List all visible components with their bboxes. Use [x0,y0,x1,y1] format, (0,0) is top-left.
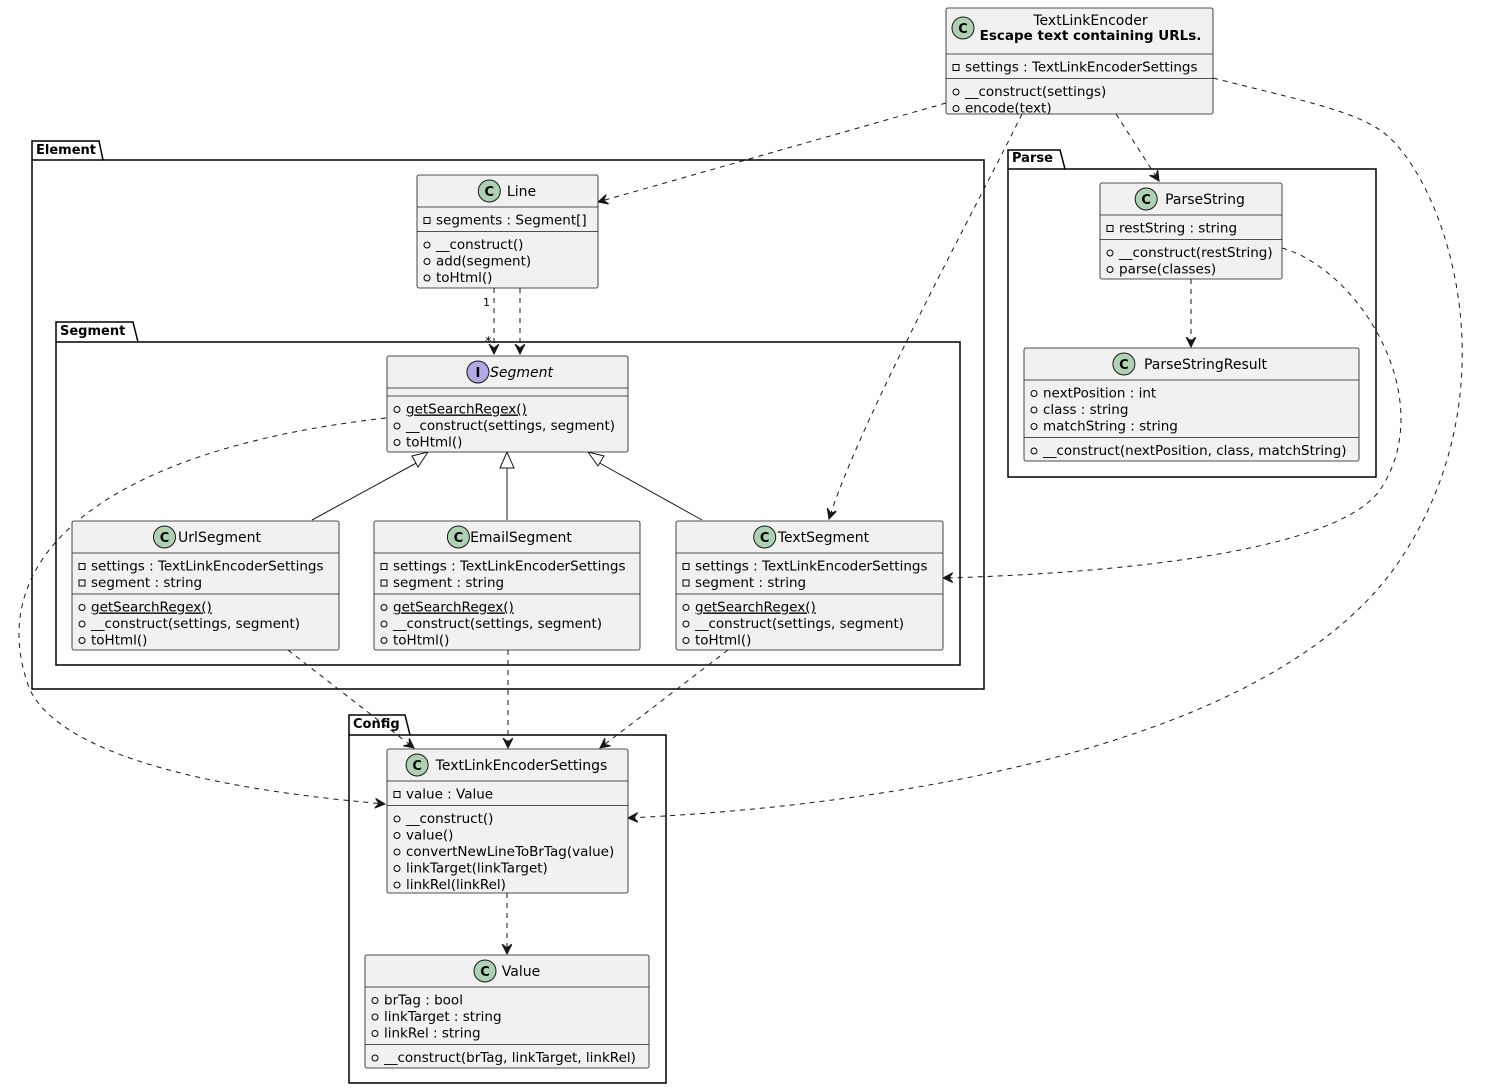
stereotype-letter: C [485,185,495,200]
package-label: Element [36,143,96,158]
class-name: ParseString [1165,192,1245,208]
stereotype-letter: C [1141,193,1151,208]
stereotype-letter: C [160,531,170,546]
class-segment[interactable]: I Segment getSearchRegex()__construct(sett… [386,355,629,453]
class-email-segment[interactable]: C EmailSegment settings : TextLinkEncoderS… [373,520,641,651]
multiplicity-label: 1 [483,296,490,309]
method: getSearchRegex() [695,600,816,616]
classes: C TextLinkEncoderEscape text containing U… [71,7,1360,1069]
class-parse-string-result[interactable]: C ParseStringResult nextPosition : intclas… [1023,347,1360,462]
method: linkTarget(linkTarget) [406,861,548,877]
realization-arrowhead [411,451,430,468]
method: __construct(brTag, linkTarget, linkRel) [383,1050,636,1066]
method: __construct() [405,811,493,827]
stereotype-letter: C [958,22,968,37]
class-name: TextLinkEncoderSettings [435,758,608,774]
dependency-edge [598,102,947,202]
method: __construct(restString) [1118,245,1273,261]
dependency-edge [829,113,1023,519]
method: getSearchRegex() [406,402,527,418]
class-name: ParseStringResult [1144,357,1268,373]
method: linkRel(linkRel) [406,877,506,893]
realization-edge [311,460,421,521]
class-url-segment[interactable]: C UrlSegment settings : TextLinkEncoderSet… [71,520,340,651]
field: matchString : string [1043,419,1178,435]
class-line[interactable]: C Line segments : Segment[] __construct()ad… [416,174,599,289]
class-name: Segment [490,365,554,381]
class-subtitle: Escape text containing URLs. [980,28,1202,44]
stereotype-letter: C [760,531,770,546]
stereotype-letter: C [454,531,464,546]
field: nextPosition : int [1043,386,1156,402]
class-parse-string[interactable]: C ParseString restString : string __constru… [1099,182,1283,280]
method: __construct() [435,237,523,253]
field: value : Value [406,787,493,803]
field: settings : TextLinkEncoderSettings [91,559,323,575]
field: segment : string [91,575,202,591]
method: __construct(settings) [964,84,1106,100]
field: segments : Segment[] [436,213,587,229]
package-label: Segment [60,324,125,339]
class-name: EmailSegment [470,530,572,546]
field: linkRel : string [384,1026,481,1042]
field: settings : TextLinkEncoderSettings [695,559,927,575]
method: __construct(nextPosition, class, matchSt… [1042,443,1347,459]
field: segment : string [695,575,806,591]
method: parse(classes) [1119,262,1216,278]
field: settings : TextLinkEncoderSettings [965,60,1197,76]
field: linkTarget : string [384,1009,502,1025]
stereotype-letter: C [480,965,490,980]
class-text-link-encoder-settings[interactable]: C TextLinkEncoderSettings value : Value __c… [386,748,629,894]
method: add(segment) [436,254,531,270]
stereotype-letter: I [475,366,480,381]
class-name: UrlSegment [178,530,261,546]
method: toHtml() [91,633,147,649]
field: segment : string [393,575,504,591]
method: toHtml() [695,633,751,649]
multiplicity-label: * [485,335,492,350]
class-name: TextSegment [777,530,870,546]
field: settings : TextLinkEncoderSettings [393,559,625,575]
class-name: TextLinkEncoder [1032,13,1147,29]
method: __construct(settings, segment) [90,616,300,632]
method: value() [406,828,453,844]
package-label: Parse [1012,151,1053,166]
class-name: Value [502,964,540,980]
class-text-link-encoder[interactable]: C TextLinkEncoderEscape text containing U… [945,7,1214,117]
stereotype-letter: C [1119,358,1129,373]
stereotype-letter: C [412,759,422,774]
class-value[interactable]: C Value brTag : boollinkTarget : stringlin… [364,954,650,1069]
method: convertNewLineToBrTag(value) [406,844,614,860]
method: __construct(settings, segment) [392,616,602,632]
class-name: Line [507,184,536,200]
realization-arrowhead [499,450,515,469]
method: toHtml() [436,270,492,286]
uml-class-diagram: Element Segment Parse Config 1 * CTextLi… [18,7,1463,1084]
method: encode(text) [965,101,1052,117]
method: __construct(settings, segment) [694,616,904,632]
realization-edge [595,460,703,521]
dependency-edge [1115,113,1159,181]
method: toHtml() [406,435,462,451]
field: restString : string [1119,221,1237,237]
class-text-segment[interactable]: C TextSegment settings : TextLinkEncoderSe… [675,520,944,651]
field: brTag : bool [384,993,463,1009]
method: getSearchRegex() [393,600,514,616]
method: toHtml() [393,633,449,649]
method: getSearchRegex() [91,600,212,616]
field: class : string [1043,402,1128,418]
method: __construct(settings, segment) [405,418,615,434]
